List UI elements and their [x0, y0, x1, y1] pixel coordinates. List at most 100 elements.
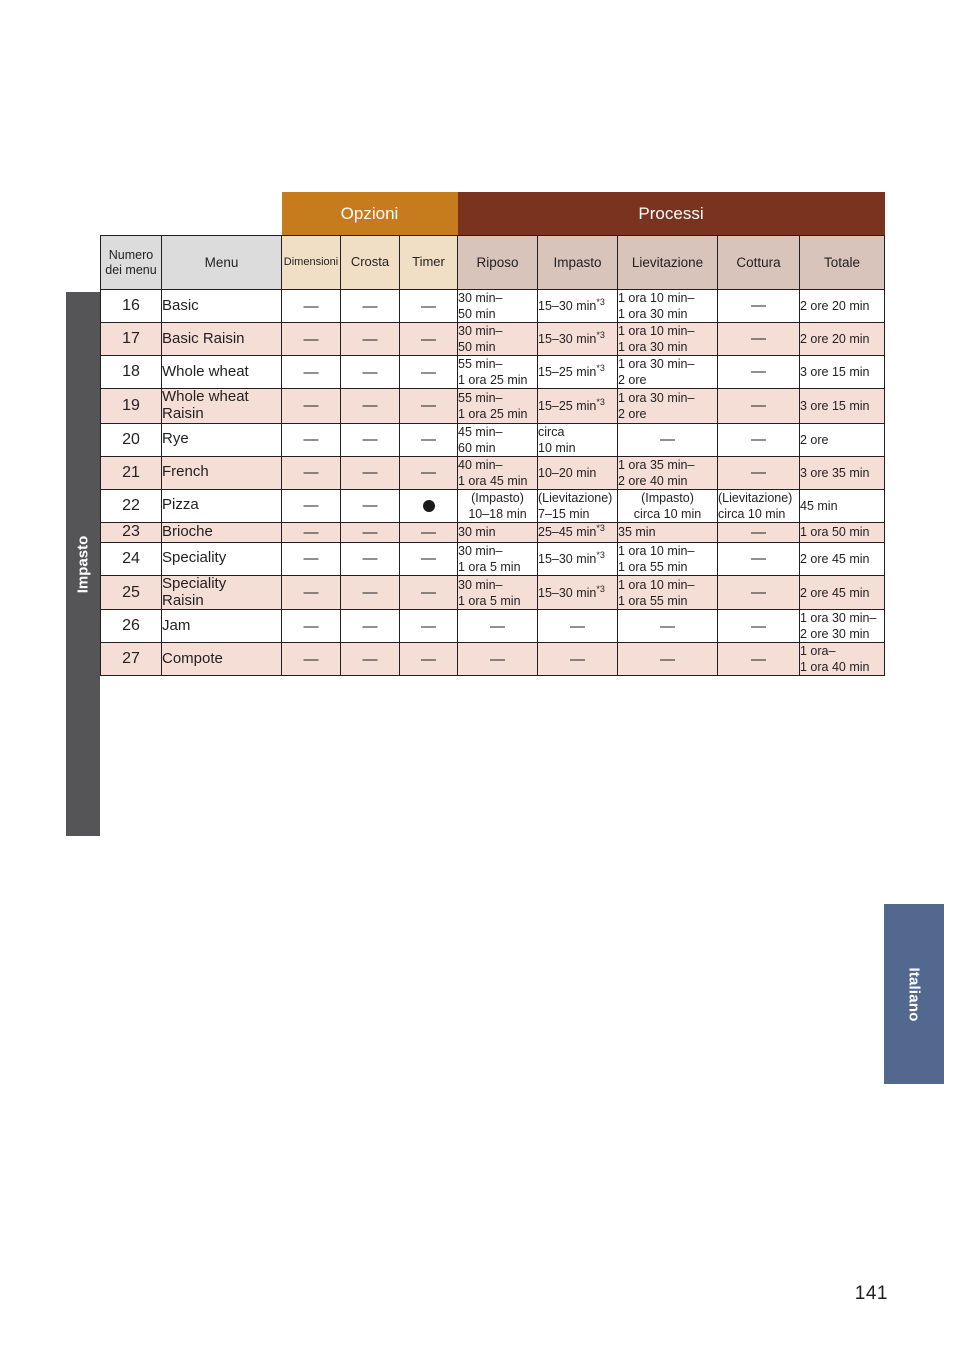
cell-riposo: 30 min– 50 min	[457, 322, 538, 356]
cell-menu-name: Whole wheat Raisin	[161, 388, 282, 424]
header-totale: Totale	[799, 235, 885, 290]
cell-timer: —	[399, 355, 458, 389]
cell-cottura: —	[717, 521, 800, 543]
cell-cottura: —	[717, 322, 800, 356]
cell-riposo: 45 min– 60 min	[457, 422, 538, 457]
cell-menu-name: French	[161, 455, 282, 490]
cell-crosta: —	[340, 609, 400, 644]
language-tab-label: Italiano	[905, 966, 923, 1022]
cell-timer: —	[399, 322, 458, 356]
cell-lievitazione: 1 ora 10 min– 1 ora 30 min	[617, 322, 718, 356]
cell-impasto: 15–30 min*3	[537, 541, 618, 576]
cell-menu-number: 19	[100, 388, 162, 424]
cell-impasto: —	[537, 642, 618, 677]
cell-menu-number: 23	[100, 521, 162, 543]
header-crosta: Crosta	[340, 235, 400, 290]
cell-dimensioni: —	[281, 521, 341, 543]
cell-menu-name: Jam	[161, 609, 282, 644]
cell-timer: —	[399, 388, 458, 424]
cell-dimensioni: —	[281, 422, 341, 457]
page-number: 141	[854, 1283, 888, 1304]
header-dimensioni: Dimensioni	[281, 235, 341, 290]
cell-lievitazione: (Impasto) circa 10 min	[617, 488, 718, 523]
cell-totale: 1 ora 30 min– 2 ore 30 min	[799, 609, 885, 644]
cell-dimensioni: —	[281, 574, 341, 611]
cell-lievitazione: 1 ora 10 min– 1 ora 30 min	[617, 289, 718, 323]
table-row: 18 Whole wheat — — —55 min– 1 ora 25 min 15–25…	[100, 355, 885, 389]
cell-crosta: —	[340, 488, 400, 523]
header-menu: Menu	[161, 235, 282, 290]
cell-cottura: —	[717, 422, 800, 457]
cell-crosta: —	[340, 322, 400, 356]
cell-menu-number: 25	[100, 574, 162, 611]
cell-impasto: 10–20 min	[537, 455, 618, 490]
cell-totale: 1 ora– 1 ora 40 min	[799, 642, 885, 677]
cell-cottura: —	[717, 388, 800, 424]
cell-impasto: circa 10 min	[537, 422, 618, 457]
cell-menu-number: 20	[100, 422, 162, 457]
cell-cottura: —	[717, 541, 800, 576]
table-row: 23 Brioche — — —30 min 25–45 min*3 35 min —1 or…	[100, 521, 885, 543]
cell-crosta: —	[340, 541, 400, 576]
cell-timer: —	[399, 455, 458, 490]
cell-menu-name: Compote	[161, 642, 282, 677]
cell-riposo: (Impasto) 10–18 min	[457, 488, 538, 523]
cell-lievitazione: 1 ora 30 min– 2 ore	[617, 388, 718, 424]
cell-cottura: (Lievitazione) circa 10 min	[717, 488, 800, 523]
cell-crosta: —	[340, 642, 400, 677]
cell-riposo: 30 min– 1 ora 5 min	[457, 574, 538, 611]
cell-timer: —	[399, 574, 458, 611]
table-row: 27 Compote — — — — — — —1 ora– 1 ora 40 min	[100, 642, 885, 677]
cell-lievitazione: 1 ora 30 min– 2 ore	[617, 355, 718, 389]
cell-menu-number: 24	[100, 541, 162, 576]
table-row: 25 Speciality Raisin — — —30 min– 1 ora 5 min 1…	[100, 574, 885, 611]
cell-riposo: 30 min– 50 min	[457, 289, 538, 323]
cell-menu-name: Speciality Raisin	[161, 574, 282, 611]
cell-timer: —	[399, 609, 458, 644]
cell-totale: 2 ore 20 min	[799, 322, 885, 356]
header-cottura: Cottura	[717, 235, 800, 290]
cell-totale: 3 ore 35 min	[799, 455, 885, 490]
cell-menu-number: 27	[100, 642, 162, 677]
cell-menu-name: Whole wheat	[161, 355, 282, 389]
header-impasto: Impasto	[537, 235, 618, 290]
cell-totale: 3 ore 15 min	[799, 355, 885, 389]
table-row: 22 Pizza — — (Impasto) 10–18 min (Lievitazione…	[100, 488, 885, 523]
cell-dimensioni: —	[281, 488, 341, 523]
cell-menu-name: Pizza	[161, 488, 282, 523]
cell-totale: 2 ore 45 min	[799, 574, 885, 611]
cell-riposo: 55 min– 1 ora 25 min	[457, 355, 538, 389]
cell-menu-number: 22	[100, 488, 162, 523]
cell-menu-name: Basic	[161, 289, 282, 323]
cell-totale: 2 ore	[799, 422, 885, 457]
cell-crosta: —	[340, 388, 400, 424]
cell-crosta: —	[340, 355, 400, 389]
table-row: 20 Rye — — —45 min– 60 min circa 10 min — —2 ore	[100, 422, 885, 457]
filled-circle-icon	[422, 500, 435, 513]
cell-timer: —	[399, 422, 458, 457]
cell-menu-number: 16	[100, 289, 162, 323]
table-row: 21 French — — —40 min– 1 ora 45 min 10–20 min 1…	[100, 455, 885, 490]
cell-impasto: 15–25 min*3	[537, 388, 618, 424]
cell-crosta: —	[340, 574, 400, 611]
cell-lievitazione: 1 ora 10 min– 1 ora 55 min	[617, 541, 718, 576]
column-header-row: Numero dei menu Menu Dimensioni Crosta T…	[100, 235, 885, 290]
cell-lievitazione: —	[617, 609, 718, 644]
section-tab-label: Impasto	[74, 535, 92, 593]
banner-opzioni: Opzioni	[281, 192, 458, 236]
cell-menu-number: 26	[100, 609, 162, 644]
cell-cottura: —	[717, 289, 800, 323]
cell-cottura: —	[717, 455, 800, 490]
cell-impasto: 15–30 min*3	[537, 289, 618, 323]
cell-menu-number: 17	[100, 322, 162, 356]
banner-row: Opzioni Processi	[100, 192, 885, 236]
cell-riposo: —	[457, 642, 538, 677]
cell-dimensioni: —	[281, 642, 341, 677]
cell-menu-name: Speciality	[161, 541, 282, 576]
cell-dimensioni: —	[281, 455, 341, 490]
cell-menu-name: Basic Raisin	[161, 322, 282, 356]
specification-table-container: Opzioni Processi Numero dei menu Menu Di…	[100, 192, 885, 677]
cell-impasto: —	[537, 609, 618, 644]
cell-menu-number: 21	[100, 455, 162, 490]
table-row: 26 Jam — — — — — — —1 ora 30 min– 2 ore 30 min	[100, 609, 885, 644]
